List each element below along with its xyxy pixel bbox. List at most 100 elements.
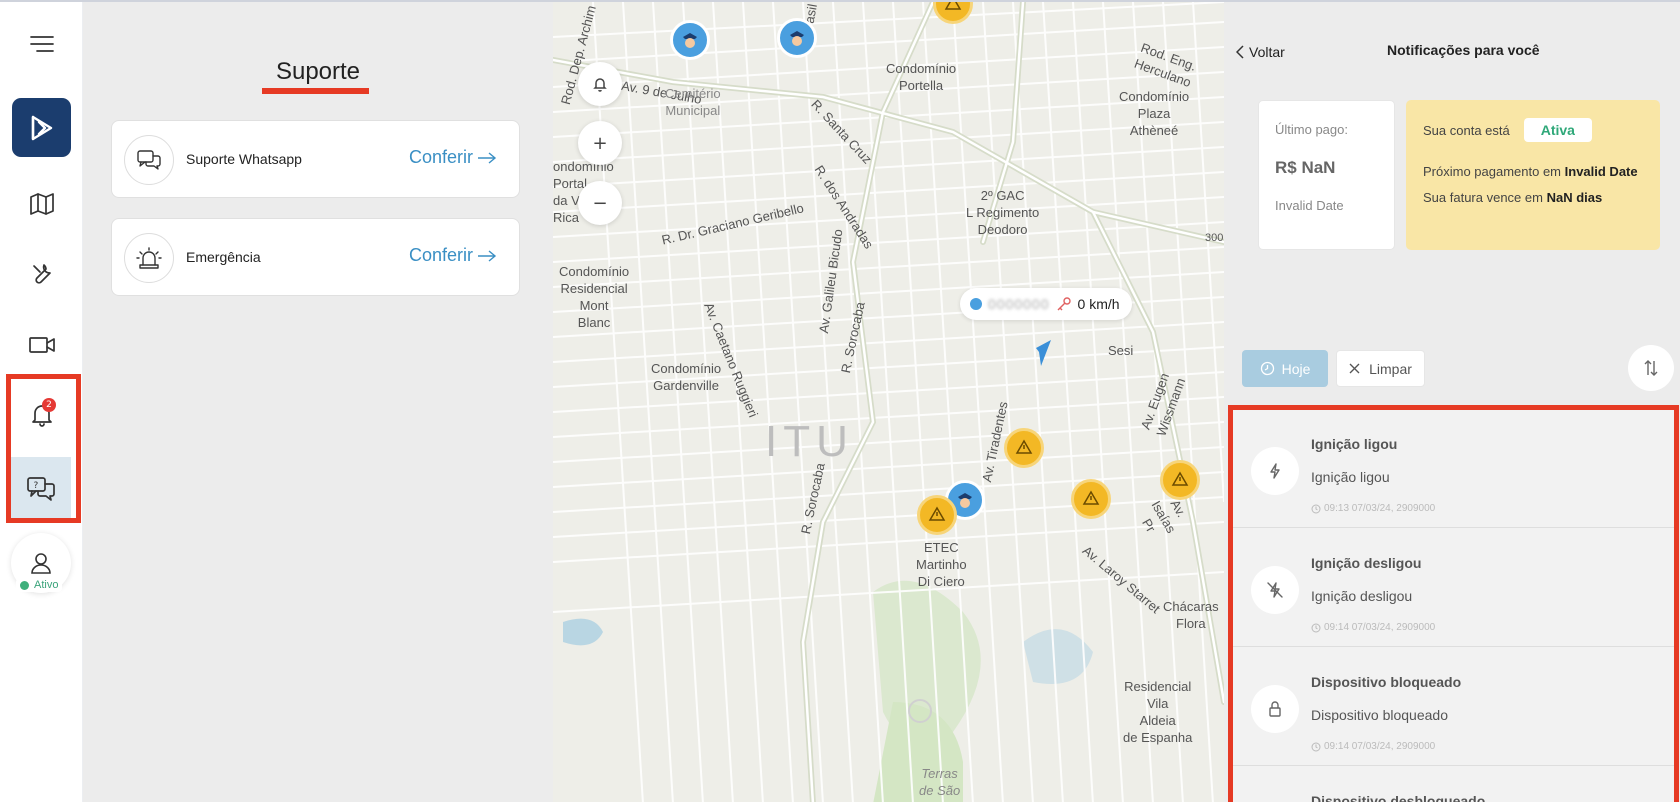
notification-time: 09:14 07/03/24, 2909000 [1311,741,1435,752]
label-cemiterio: Cemitério Municipal [665,86,721,118]
label-portella: Condomínio Portella [886,61,957,93]
warning-icon [928,506,946,521]
label-gardenville: Condomínio Gardenville [651,361,722,393]
notification-title: Ignição desligou [1311,555,1422,571]
notification-partial-title: Dispositivo desbloqueado [1311,793,1486,802]
zoom-out-button[interactable]: − [578,181,622,225]
clock-icon [1311,742,1321,751]
notification-item[interactable]: Ignição desligou Ignição desligou 09:14 … [1233,529,1674,647]
notification-time-text: 09:14 07/03/24, 2909000 [1324,622,1436,633]
profile-status-label: Ativo [34,579,59,591]
last-payment-label: Último pago: [1275,122,1348,137]
police-marker[interactable] [777,18,817,58]
notification-title: Dispositivo bloqueado [1311,674,1462,690]
label-route-300: 300 [1205,232,1224,244]
last-payment-date: Invalid Date [1275,198,1344,213]
last-payment-value: R$ NaN [1275,158,1336,177]
support-emergency-card[interactable]: Emergência Conferir [111,218,520,296]
status-dot-icon [20,580,29,590]
alert-marker[interactable] [1004,428,1044,468]
notification-item[interactable]: Ignição ligou Ignição ligou 09:13 07/03/… [1233,410,1674,528]
logo-button[interactable] [12,98,71,157]
police-marker[interactable] [670,20,710,60]
invoice-due-prefix: Sua fatura vence em [1423,190,1543,205]
logo-icon [31,115,52,140]
support-title-underline [262,88,369,94]
zoom-in-button[interactable]: + [578,121,622,165]
alert-marker[interactable] [1160,460,1200,500]
back-button[interactable]: Voltar [1236,44,1285,60]
support-whatsapp-card[interactable]: Suporte Whatsapp Conferir [111,120,520,198]
support-panel: Suporte Suporte Whatsapp Conferir Emergê… [83,2,553,802]
highlight-box-sidebar [6,374,81,523]
close-icon [1349,363,1360,374]
siren-icon [124,233,174,283]
police-icon [958,493,972,508]
clock-icon [1311,504,1321,513]
label-plaza: Condomínio Plaza Athèneé [1119,89,1190,138]
sort-button[interactable] [1628,345,1674,391]
menu-button[interactable] [12,14,71,73]
police-icon [790,31,804,46]
invoice-due-text: Sua fatura vence em NaN dias [1423,190,1643,205]
support-emergency-label: Emergência [186,249,261,265]
notification-time-text: 09:14 07/03/24, 2909000 [1324,741,1436,752]
warning-icon [1082,490,1100,505]
vehicle-status-dot [970,298,982,310]
alert-marker[interactable] [1071,479,1111,519]
account-status-badge: Ativa [1523,118,1592,142]
filter-today-label: Hoje [1281,360,1311,377]
label-gac: 2º GAC L Regimento Deodoro [966,188,1040,237]
label-mont-blanc: Condomínio Residencial Mont Blanc [559,264,630,330]
video-icon [28,336,55,353]
map-nav-button[interactable] [12,174,71,233]
account-status-card: Sua conta está Ativa Próximo pagamento e… [1406,100,1660,250]
app-root: 2 ? Ativo Suporte Suporte Whatsapp Confe… [0,0,1680,802]
map-alerts-button[interactable] [578,62,622,106]
lightning-off-icon [1251,566,1299,614]
map-view[interactable]: Av. 9 de Julho Cemitério Municipal Condo… [553,2,1224,802]
notifications-panel: Voltar Notificações para você Último pag… [1224,2,1680,802]
conferir-link-label: Conferir [408,147,473,167]
notification-body: Ignição desligou [1311,588,1413,604]
filter-clear-button[interactable]: Limpar [1336,350,1425,387]
vehicle-plate-masked: 0000000 [988,296,1050,312]
map-icon [29,192,54,215]
chat-bubbles-icon [124,135,174,185]
label-terras: Terras de São [919,766,961,798]
alert-marker[interactable] [917,495,957,535]
notification-item[interactable]: Dispositivo bloqueado Dispositivo bloque… [1233,648,1674,766]
police-icon [683,33,697,48]
profile-status: Ativo [16,578,63,592]
camera-nav-button[interactable] [12,315,71,374]
notifications-list: Ignição ligou Ignição ligou 09:13 07/03/… [1228,405,1679,802]
clock-icon [1260,361,1274,376]
key-icon [1057,297,1071,311]
map-city-label: ITU [765,417,854,466]
label-sesi: Sesi [1108,343,1134,358]
invoice-due-value: NaN dias [1546,190,1603,205]
support-whatsapp-link[interactable]: Conferir [409,147,497,168]
next-payment-value: Invalid Date [1564,164,1638,179]
notification-time-text: 09:13 07/03/24, 2909000 [1324,503,1436,514]
sort-icon [1644,360,1658,376]
filter-today-button[interactable]: Hoje [1242,350,1328,387]
chevron-left-icon [1236,45,1244,59]
notification-time: 09:13 07/03/24, 2909000 [1311,503,1435,514]
user-icon [31,553,51,574]
label-etec: ETEC Martinho Di Ciero [916,540,967,589]
bell-icon [593,78,607,92]
support-whatsapp-label: Suporte Whatsapp [186,151,302,167]
label-vila-aldeia: Residencial Vila Aldeia de Espanha [1123,679,1193,745]
vehicle-speed: 0 km/h [1077,296,1120,312]
notification-body: Dispositivo bloqueado [1311,707,1448,723]
notifications-title: Notificações para você [1387,42,1540,58]
back-label: Voltar [1249,44,1285,60]
maintenance-nav-button[interactable] [12,244,71,303]
lock-icon [1251,685,1299,733]
menu-icon [29,35,54,52]
support-emergency-link[interactable]: Conferir [409,245,497,266]
notification-body: Ignição ligou [1311,469,1390,485]
vehicle-speed-pill[interactable]: 0000000 0 km/h [960,288,1132,320]
wrench-icon [32,263,51,284]
